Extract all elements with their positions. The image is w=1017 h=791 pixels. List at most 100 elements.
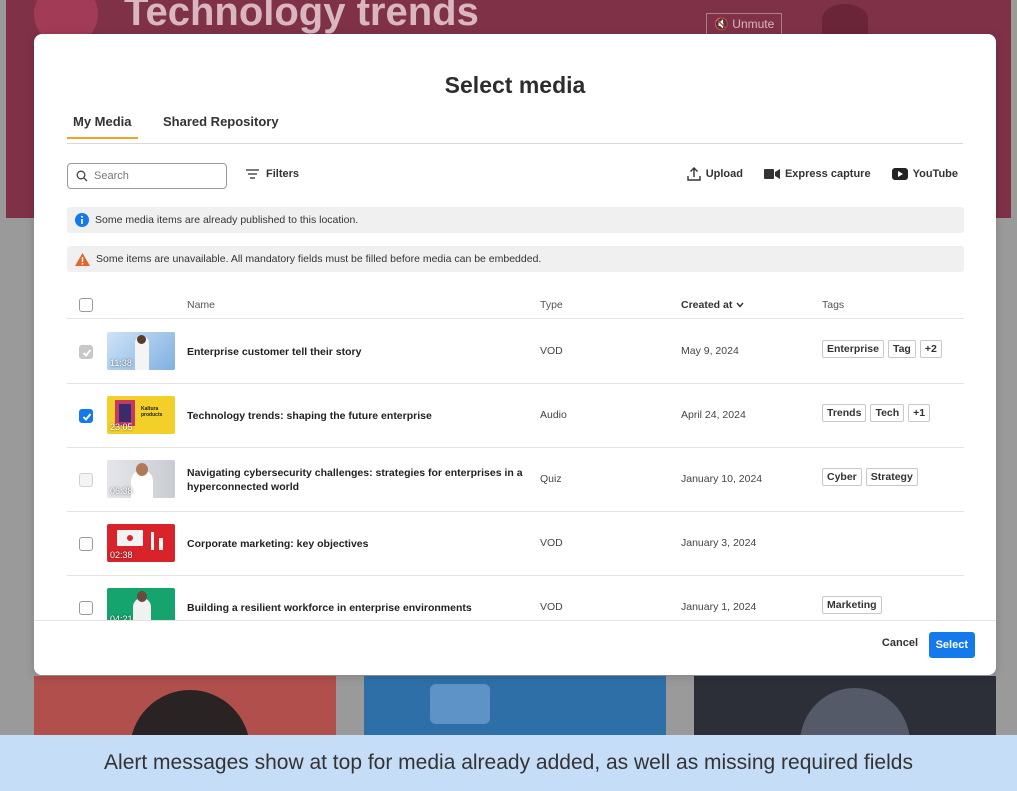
warning-icon (75, 252, 90, 266)
express-capture-button[interactable]: Express capture (763, 168, 871, 180)
tag-chip[interactable]: Marketing (822, 596, 882, 614)
checkmark-icon (82, 413, 92, 421)
select-button[interactable]: Select (928, 632, 975, 658)
search-icon (76, 170, 88, 182)
select-all-checkbox[interactable] (79, 298, 93, 312)
warning-alert-text: Some items are unavailable. All mandator… (96, 253, 542, 265)
media-thumbnail: 02:38 (107, 524, 175, 562)
media-created-date: January 10, 2024 (681, 473, 763, 485)
media-created-date: May 9, 2024 (681, 345, 739, 357)
speaker-muted-icon: 🔇 (714, 17, 729, 31)
column-name: Name (187, 299, 216, 311)
select-media-dialog: Select media My Media Shared Repository … (34, 34, 996, 675)
table-row[interactable]: Kaltura products 23:05 Technology trends… (67, 384, 964, 448)
cancel-button[interactable]: Cancel (882, 637, 918, 649)
search-input[interactable] (94, 170, 214, 182)
row-checkbox[interactable] (79, 409, 93, 423)
filter-lines-icon (246, 169, 259, 179)
youtube-icon (891, 168, 908, 180)
dialog-footer: Cancel Select (34, 620, 996, 675)
chevron-down-icon (736, 302, 744, 308)
media-duration: 06:38 (110, 486, 133, 496)
media-thumbnail: 11:38 (107, 332, 175, 370)
row-checkbox[interactable] (79, 601, 93, 615)
column-tags: Tags (822, 299, 845, 311)
column-created-label: Created at (681, 299, 733, 311)
media-tags: Marketing (822, 596, 886, 614)
thumbnail-figure-head (137, 591, 147, 602)
media-name: Technology trends: shaping the future en… (187, 410, 432, 422)
media-duration: 11:38 (110, 358, 132, 368)
row-checkbox (79, 345, 93, 359)
thumbnail-graphic (127, 535, 133, 541)
tab-shared-repository[interactable]: Shared Repository (163, 114, 279, 138)
row-checkbox (79, 473, 93, 487)
filters-label: Filters (266, 168, 300, 180)
media-type: VOD (540, 345, 563, 357)
media-type: VOD (540, 601, 563, 613)
upload-icon (686, 167, 701, 181)
media-type: VOD (540, 537, 563, 549)
row-checkbox[interactable] (79, 537, 93, 551)
express-capture-label: Express capture (784, 168, 871, 180)
info-icon (75, 213, 89, 227)
media-type: Audio (540, 409, 567, 421)
warning-alert: Some items are unavailable. All mandator… (67, 246, 964, 272)
table-row[interactable]: 04:21 Building a resilient workforce in … (67, 576, 964, 625)
youtube-button[interactable]: YouTube (891, 168, 958, 180)
media-thumbnail: 06:38 (107, 460, 175, 498)
tab-bar: My Media Shared Repository (67, 114, 963, 144)
background-tile-figure (430, 684, 490, 724)
thumbnail-graphic (119, 404, 131, 422)
info-alert-text: Some media items are already published t… (95, 214, 359, 226)
tag-chip[interactable]: Enterprise (822, 340, 884, 358)
media-tags: Trends Tech +1 (822, 404, 934, 422)
dialog-title: Select media (444, 72, 586, 98)
info-alert: Some media items are already published t… (67, 207, 964, 233)
upload-button[interactable]: Upload (686, 167, 743, 181)
media-created-date: January 1, 2024 (681, 601, 757, 613)
column-type: Type (540, 299, 563, 311)
tag-chip[interactable]: Strategy (865, 468, 918, 486)
column-created-at[interactable]: Created at (681, 299, 744, 311)
upload-label: Upload (705, 168, 743, 180)
youtube-label: YouTube (912, 168, 958, 180)
search-box[interactable] (67, 163, 227, 189)
thumbnail-figure-head (137, 335, 146, 344)
media-duration: 02:38 (110, 550, 133, 560)
media-tags: Cyber Strategy (822, 468, 922, 486)
tag-more-chip[interactable]: +2 (919, 340, 942, 358)
tab-my-media[interactable]: My Media (67, 114, 137, 139)
tag-chip[interactable]: Tech (870, 404, 905, 422)
media-created-date: April 24, 2024 (681, 409, 746, 421)
filters-button[interactable]: Filters (246, 168, 299, 180)
media-tags: Enterprise Tag +2 (822, 340, 946, 358)
background-presenter (822, 4, 868, 34)
thumbnail-graphic (159, 538, 163, 550)
media-table-header: Name Type Created at Tags (67, 291, 964, 319)
media-name: Navigating cybersecurity challenges: str… (187, 467, 523, 493)
media-name: Enterprise customer tell their story (187, 346, 362, 358)
tag-more-chip[interactable]: +1 (908, 404, 931, 422)
checkmark-icon (82, 349, 92, 357)
media-type: Quiz (540, 473, 562, 485)
media-created-date: January 3, 2024 (681, 537, 757, 549)
tag-chip[interactable]: Trends (822, 404, 867, 422)
table-row[interactable]: 02:38 Corporate marketing: key objective… (67, 512, 964, 576)
thumbnail-text: Kaltura products (141, 406, 163, 418)
media-thumbnail: Kaltura products 23:05 (107, 396, 175, 434)
media-duration: 23:05 (110, 422, 133, 432)
table-row[interactable]: 11:38 Enterprise customer tell their sto… (67, 320, 964, 384)
video-camera-icon (763, 169, 780, 179)
media-table-body: 11:38 Enterprise customer tell their sto… (67, 320, 964, 625)
thumbnail-figure-head (136, 463, 148, 476)
tag-chip[interactable]: Cyber (822, 468, 862, 486)
table-row[interactable]: 06:38 Navigating cybersecurity challenge… (67, 448, 964, 512)
unmute-label: Unmute (732, 17, 775, 31)
media-name: Building a resilient workforce in enterp… (187, 602, 472, 614)
thumbnail-graphic (151, 532, 154, 550)
background-unmute-button: 🔇 Unmute (706, 13, 783, 35)
caption-banner: Alert messages show at top for media alr… (0, 735, 1017, 791)
background-page-title: Technology trends (124, 0, 479, 34)
tag-chip[interactable]: Tag (887, 340, 916, 358)
